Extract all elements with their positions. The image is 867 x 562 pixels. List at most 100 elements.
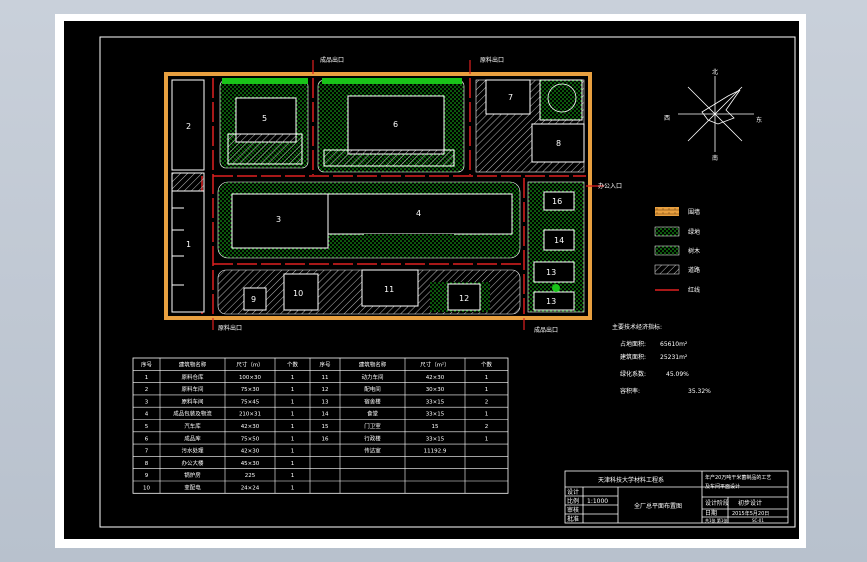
title-scale-label: 比例 [567,497,579,505]
table-cell: 8 [145,461,149,467]
title-date: 2015年5月20日 [732,510,769,517]
table-cell: 1 [145,375,149,381]
compass-west: 西 [664,115,670,122]
title-drawing-no: SC-01 [752,518,764,523]
legend-label-wall: 围墙 [688,208,700,216]
table-cell: 14 [322,412,329,418]
table-cell: 3 [145,399,149,405]
gate-label-top-right: 原料出口 [480,56,504,64]
building-label-8: 8 [556,139,561,148]
title-project-2: 及车间平面设计 [705,483,740,490]
table-cell: 变配电 [184,484,201,492]
building-label-5: 5 [262,114,267,123]
table-cell: 225 [245,473,256,479]
table-cell: 75×45 [241,399,260,405]
table-cell: 配电间 [364,385,381,393]
building-label-14: 14 [554,236,564,245]
table-cell: 2 [485,399,489,405]
gate-label-right: 办公入口 [598,182,622,190]
building-label-4: 4 [416,209,421,218]
table-cell: 1 [291,424,295,430]
building-label-10: 10 [293,289,303,298]
table-cell: 42×30 [426,375,445,381]
table-header-cell: 序号 [319,361,331,369]
table-cell: 2 [485,424,489,430]
building-label-2: 2 [186,122,191,131]
table-cell: 成品库 [184,434,201,442]
indicator-value-4: 35.32% [688,388,711,395]
table-cell: 行政楼 [364,434,381,442]
building-label-1: 1 [186,240,191,249]
table-cell: 原料车间 [181,397,203,405]
legend-label-green: 绿地 [688,228,700,236]
table-cell: 45×30 [241,461,260,467]
compass-east: 东 [756,116,762,124]
table-header-cell: 尺寸（m²） [420,361,450,369]
table-cell: 1 [485,412,489,418]
table-cell: 11192.9 [424,449,447,455]
title-check-label: 审核 [567,506,579,514]
table-cell: 1 [485,387,489,393]
table-cell: 1 [485,436,489,442]
table-cell: 原料车间 [181,385,203,393]
table-cell: 1 [291,461,295,467]
table-cell: 33×15 [426,412,445,418]
title-finish: 初步设计 [738,499,762,507]
building-label-7: 7 [508,93,513,102]
table-cell: 12 [322,387,329,393]
indicator-label-2: 建筑面积: [620,353,646,361]
table-cell: 5 [145,424,149,430]
indicator-label-1: 占地面积: [620,340,646,348]
indicator-label-3: 绿化系数: [620,370,646,378]
table-cell: 15 [432,424,439,430]
compass-north: 北 [712,68,718,76]
compass-south: 南 [712,154,718,162]
legend-label-road: 道路 [688,266,700,274]
indicator-value-2: 25231m² [660,354,688,361]
title-project-1: 年产20万吨干米菌制品的工艺 [705,474,771,481]
indicators-title: 主要技术经济指标: [612,323,662,331]
table-header-cell: 序号 [141,361,153,369]
table-cell: 传达室 [364,447,381,455]
building-table: 序号 建筑物名称 尺寸（m） 个数 序号 建筑物名称 尺寸（m²） 个数 1 原料仓库 100×30… [132,357,509,494]
table-cell: 75×50 [241,436,260,442]
gate-label-bottom-left: 原料出口 [218,324,242,332]
table-cell: 锅炉房 [184,471,201,479]
table-header-cell: 个数 [481,361,493,369]
building-label-13b: 13 [546,297,556,306]
title-finish-label: 设计阶段 [705,499,729,507]
table-cell: 1 [485,375,489,381]
table-cell: 原料仓库 [181,373,204,381]
table-cell: 24×24 [241,486,260,492]
table-header-cell: 个数 [287,361,299,369]
building-label-6: 6 [393,120,398,129]
table-cell: 1 [291,436,295,442]
title-approve-label: 批准 [567,515,579,523]
site-plan-svg: 2 1 5 6 7 8 3 4 9 10 11 12 16 14 13 13 成… [99,36,796,528]
table-cell: 1 [291,449,295,455]
table-header-cell: 尺寸（m） [236,361,263,369]
table-cell: 1 [291,375,295,381]
table-cell: 汽车库 [184,422,201,430]
title-scale: 1:1000 [587,498,608,505]
title-sheet: 共1张 第1张 [705,517,727,523]
legend-label-line: 红线 [688,286,700,294]
building-label-13a: 13 [546,268,556,277]
table-cell: 15 [322,424,329,430]
building-label-3: 3 [276,215,281,224]
table-cell: 33×15 [426,436,445,442]
title-design-label: 设计 [567,488,579,496]
table-cell: 动力车间 [361,373,383,381]
gate-label-top-left: 成品出口 [320,56,344,64]
title-date-label: 日期 [705,509,717,517]
table-cell: 42×30 [241,449,260,455]
table-cell: 100×30 [239,375,262,381]
building-label-11: 11 [384,285,394,294]
table-cell: 1 [291,399,295,405]
table-cell: 2 [145,387,149,393]
compass-rose [678,76,754,152]
building-label-9: 9 [251,295,256,304]
table-cell: 13 [322,399,329,405]
table-cell: 宿舍楼 [364,397,381,405]
title-drawing-name: 全厂总平面布置图 [634,502,682,510]
